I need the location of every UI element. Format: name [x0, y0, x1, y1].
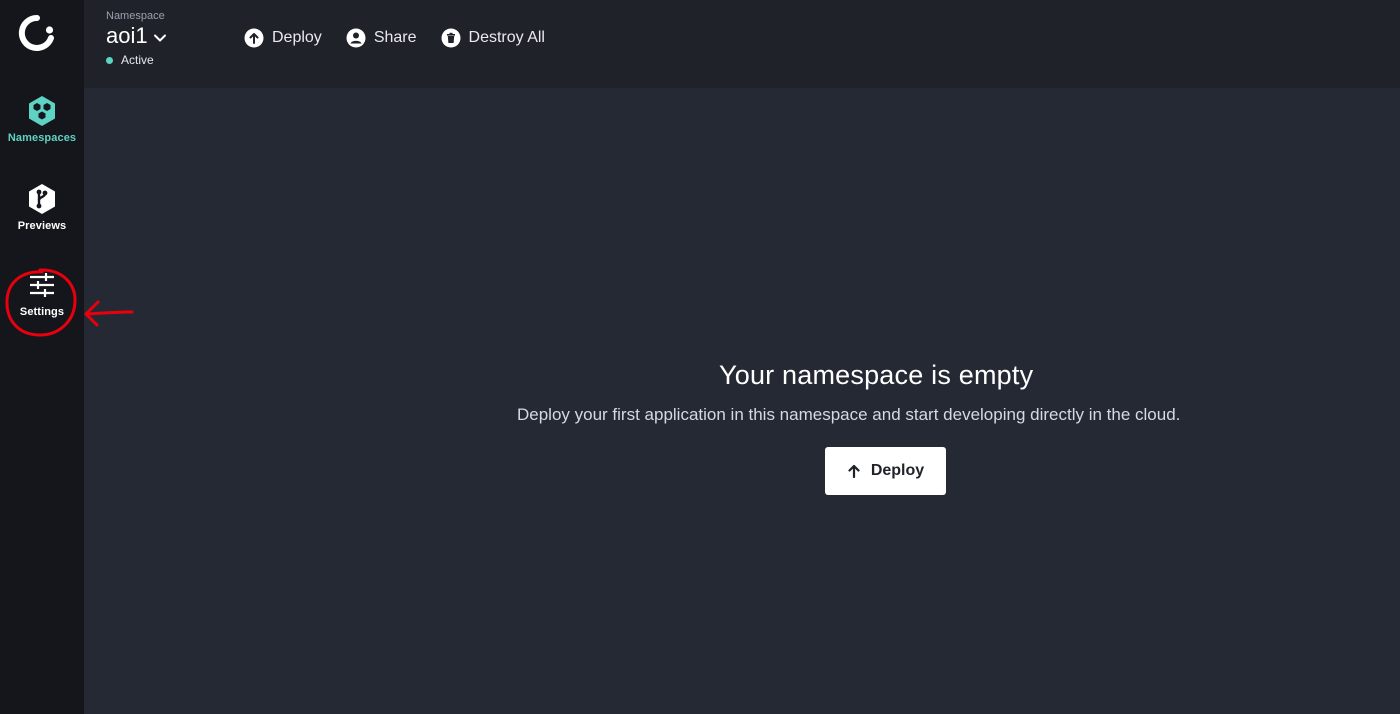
upload-circle-icon [244, 28, 264, 48]
status-text: Active [121, 53, 154, 67]
namespace-dropdown[interactable]: aoi1 [106, 23, 168, 49]
share-action-label: Share [373, 29, 417, 46]
empty-state-title: Your namespace is empty [719, 360, 1034, 390]
arrow-up-icon [848, 464, 860, 478]
empty-state-description: Deploy your first application in this na… [517, 405, 1181, 424]
git-branch-icon [29, 184, 55, 214]
trash-circle-icon [441, 28, 461, 48]
deploy-button[interactable]: Deploy [825, 447, 946, 495]
deploy-action-label: Deploy [272, 29, 322, 46]
app-window: Namespaces Previews Settings Namespace a… [0, 0, 1400, 714]
chevron-down-icon [153, 34, 166, 41]
sidebar-item-label: Namespaces [7, 132, 77, 144]
okteto-logo[interactable] [18, 14, 56, 52]
sidebar-item-settings[interactable]: Settings [0, 268, 84, 318]
top-bar: Namespace aoi1 Active Deploy Share Destr… [84, 0, 1400, 88]
share-action-button[interactable]: Share [346, 28, 417, 48]
user-circle-icon [346, 28, 366, 48]
destroy-all-action-button[interactable]: Destroy All [441, 28, 545, 48]
status-badge: Active [106, 53, 168, 67]
status-dot [106, 56, 113, 64]
action-bar: Deploy Share Destroy All [244, 28, 569, 48]
sidebar-item-namespaces[interactable]: Namespaces [0, 94, 84, 144]
sidebar-item-label: Previews [17, 220, 67, 232]
namespace-name: aoi1 [106, 23, 148, 48]
namespace-label: Namespace [106, 10, 165, 22]
sliders-icon [30, 273, 54, 297]
sidebar: Namespaces Previews Settings [0, 0, 84, 714]
destroy-all-action-label: Destroy All [468, 29, 545, 46]
deploy-button-label: Deploy [870, 462, 925, 479]
deploy-action-button[interactable]: Deploy [244, 28, 322, 48]
hexagon-cluster-icon [29, 96, 55, 126]
namespace-selector: Namespace aoi1 Active [106, 10, 168, 67]
sidebar-item-label: Settings [19, 306, 65, 318]
sidebar-item-previews[interactable]: Previews [0, 182, 84, 232]
